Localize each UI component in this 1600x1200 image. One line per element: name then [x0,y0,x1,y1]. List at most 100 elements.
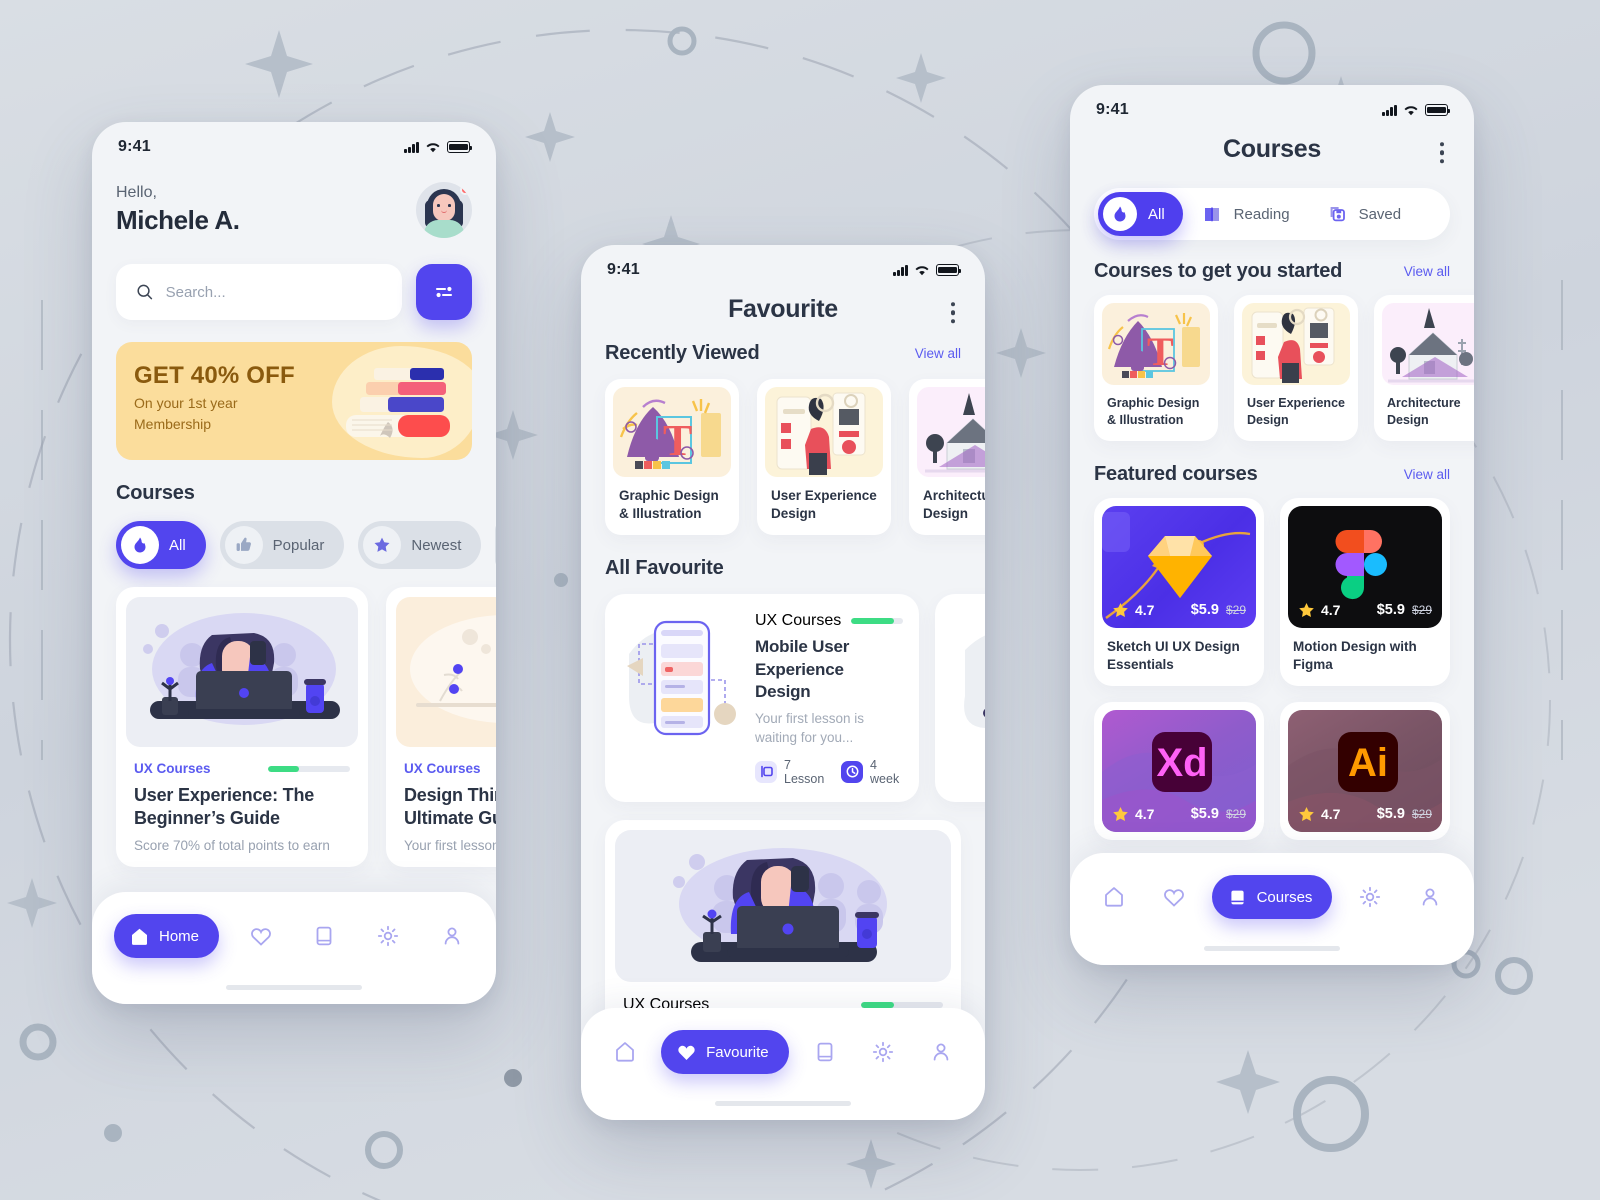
tab-all[interactable]: All [1098,192,1183,236]
category-thumbnail: T [1102,303,1210,385]
price-was: $29 [1411,807,1432,822]
course-illustration [951,610,985,750]
page-header: Favourite [605,283,961,342]
tab-reading[interactable]: Reading [1183,192,1308,236]
featured-course-card[interactable]: Xd 4.7 $5.9 $29 [1094,701,1264,840]
course-card[interactable]: UX Courses User Experience: The Beginner… [116,587,368,868]
nav-profile[interactable] [1408,875,1452,919]
bottom-navigation: Home [92,892,496,1004]
category-card[interactable]: T Graphic Design & Illustration [605,379,739,536]
price: $5.9 $29 [1191,602,1246,618]
nav-home[interactable] [1092,875,1136,919]
category-card[interactable]: T Graphic Design & Illustration [1094,295,1218,441]
duration-meta: 4 week [841,758,903,786]
featured-header: Featured courses View all [1094,463,1450,486]
course-card[interactable]: UX Courses Design Thinking: The Ultimate… [386,587,496,868]
person-icon [933,1043,949,1061]
price-was: $29 [1411,603,1432,618]
category-title: Architecture Design [923,488,985,522]
svg-text:T: T [663,416,692,465]
nav-profile[interactable] [919,1030,963,1074]
nav-home[interactable]: Home [114,914,220,958]
nav-profile[interactable] [430,914,474,958]
chip-newest[interactable]: Newest [358,521,482,569]
featured-course-card[interactable]: Ai 4.7 $5.9 $29 [1280,701,1450,840]
nav-courses[interactable] [302,914,346,958]
favourite-course-card[interactable]: UX Courses Mobile User Experience Design… [605,594,919,802]
home-indicator [1204,946,1340,951]
person-icon [1422,888,1438,906]
category-thumbnail: T [613,387,731,477]
category-card[interactable]: Architecture Design [909,379,985,536]
svg-text:Ai: Ai [1348,741,1388,785]
recently-viewed-header: Recently Viewed View all [605,342,961,365]
xd-logo: Xd 4.7 $5.9 $29 [1102,709,1256,832]
rating: 4.7 [1298,602,1340,619]
course-thumbnail [126,597,358,747]
ai-logo: Ai 4.7 $5.9 $29 [1288,709,1442,832]
tab-saved-label: Saved [1358,205,1402,223]
view-all-recently-viewed[interactable]: View all [915,346,961,361]
search-box[interactable] [116,264,402,320]
home-icon [616,1042,634,1062]
lessons-label: 7 Lesson [784,757,825,786]
sketch-logo: 4.7 $5.9 $29 [1102,505,1256,628]
chip-popular[interactable]: Popular [219,521,345,569]
chip-popular-label: Popular [272,536,325,554]
status-bar: 9:41 [1070,85,1474,123]
view-all-featured[interactable]: View all [1404,467,1450,482]
category-title: Architecture Design [1387,396,1461,427]
course-illustration [621,610,745,750]
home-icon [132,928,147,945]
more-options-icon[interactable] [950,301,955,324]
nav-favourite[interactable] [239,914,283,958]
avatar[interactable] [416,182,472,238]
home-icon [1105,887,1123,907]
price-now: $5.9 [1376,806,1405,823]
status-time: 9:41 [607,261,640,278]
home-course-list: UX Courses User Experience: The Beginner… [116,587,496,868]
nav-favourite[interactable]: Favourite [661,1030,789,1074]
nav-courses[interactable] [803,1030,847,1074]
favourite-course-card[interactable] [935,594,985,802]
course-category: UX Courses [134,761,211,776]
nav-settings[interactable] [366,914,410,958]
progress-bar [268,765,350,772]
nav-settings[interactable] [1348,875,1392,919]
category-card[interactable]: User Experience Design [757,379,891,536]
course-title: Design Thinking: The Ultimate Guide [404,785,496,829]
tab-saved[interactable]: Saved [1308,192,1420,236]
course-subtitle: Your first lesson is waiting for you... [755,710,865,746]
nav-courses[interactable]: Courses [1211,875,1333,919]
chip-all[interactable]: All [116,521,206,569]
category-card[interactable]: User Experience Design [1234,295,1358,441]
gear-icon [1360,886,1381,908]
filter-button[interactable] [416,264,472,320]
chip-more[interactable] [495,521,496,569]
view-all-started[interactable]: View all [1404,264,1450,279]
featured-course-card[interactable]: 4.7 $5.9 $29 Motion Design with Figma [1280,497,1450,686]
rating: 4.7 [1112,806,1154,823]
category-thumbnail [917,387,985,477]
nav-settings[interactable] [861,1030,905,1074]
search-input[interactable] [165,283,382,301]
duration-label: 4 week [870,757,900,786]
price-now: $5.9 [1376,602,1405,619]
book-icon [317,926,332,946]
more-options-icon[interactable] [1439,141,1444,164]
page-title: Favourite [728,295,838,323]
books-illustration [346,368,450,438]
nav-home[interactable] [603,1030,647,1074]
courses-title: Courses [116,482,195,504]
rating: 4.7 [1112,602,1154,619]
course-title: User Experience: The Beginner’s Guide [134,785,315,829]
featured-course-card[interactable]: 4.7 $5.9 $29 Sketch UI UX Design Essenti… [1094,497,1264,686]
nav-home-label: Home [159,927,200,945]
home-indicator [226,985,362,990]
nav-favourite[interactable] [1152,875,1196,919]
category-card[interactable]: Architecture Design [1374,295,1474,441]
promo-banner[interactable]: GET 40% OFF On your 1st year Membership [116,342,472,460]
course-title: Mobile User Experience Design [755,637,850,701]
courses-section-header: Courses [116,482,472,505]
featured-title: Featured courses [1094,462,1258,485]
